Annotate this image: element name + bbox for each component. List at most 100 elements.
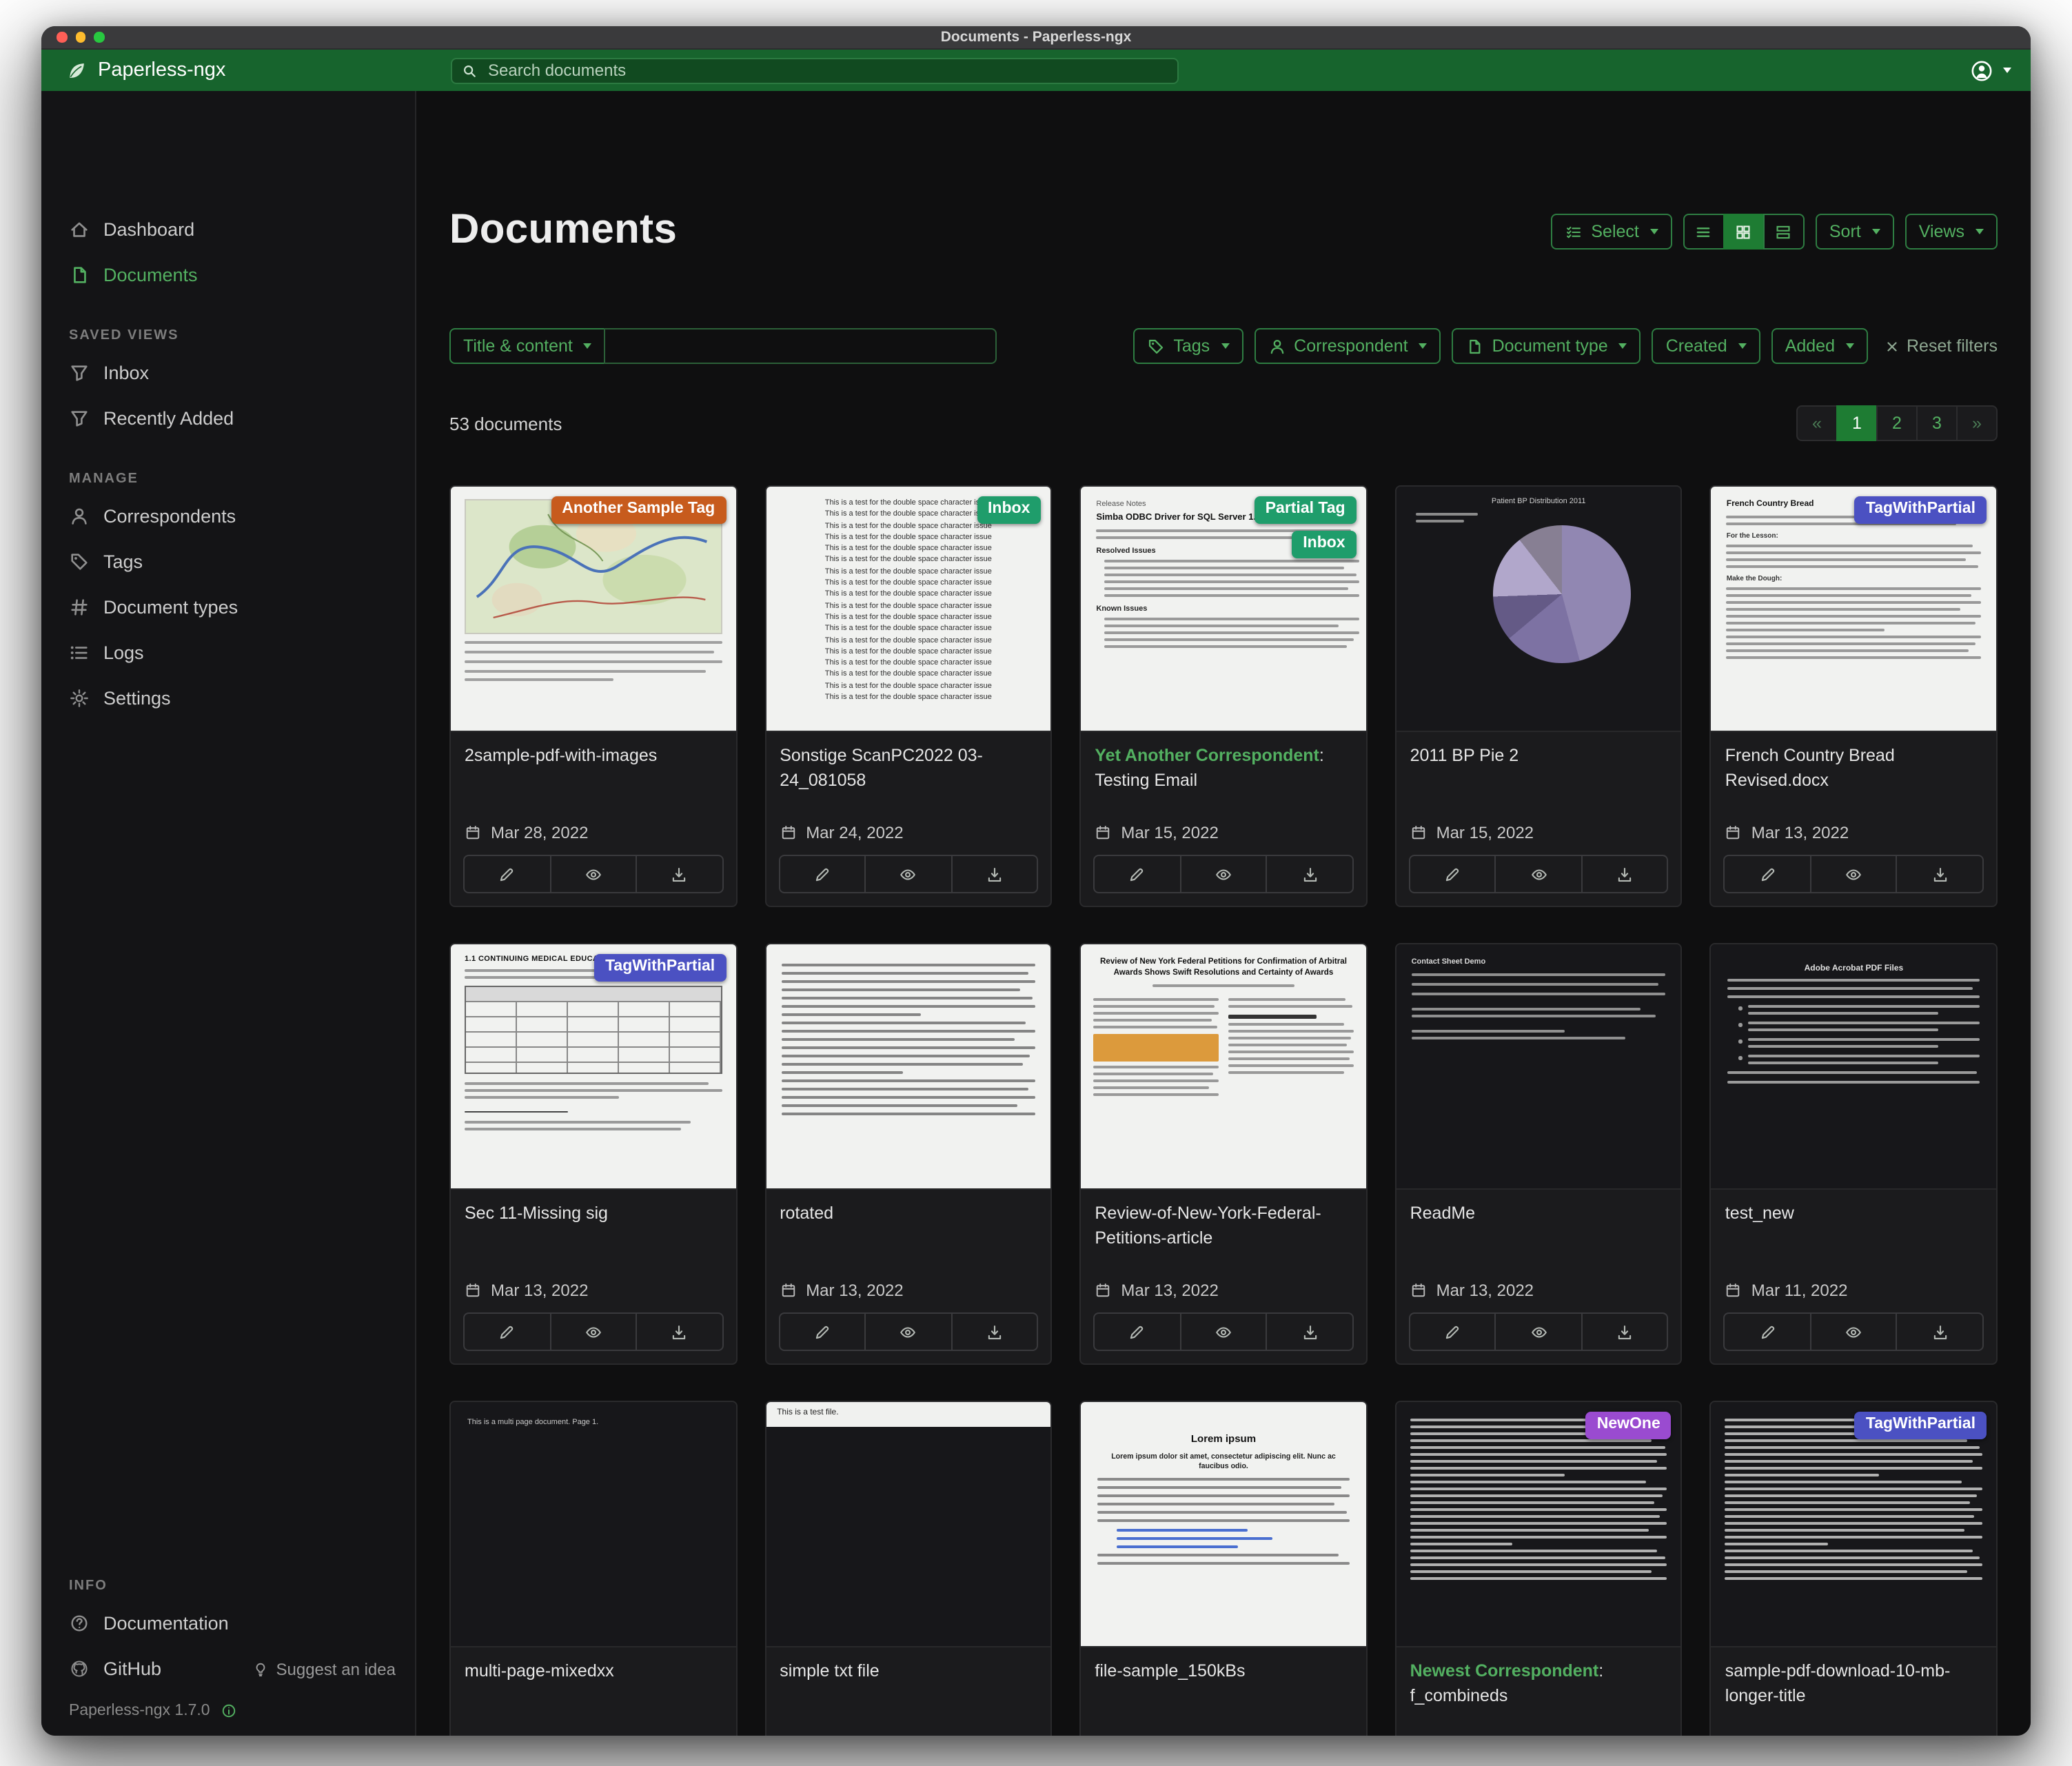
tag-badge[interactable]: Partial Tag bbox=[1255, 496, 1357, 524]
preview-button[interactable] bbox=[864, 1314, 951, 1350]
tag-badge[interactable]: TagWithPartial bbox=[594, 954, 726, 982]
tag-badge[interactable]: NewOne bbox=[1586, 1412, 1672, 1439]
sidebar-item-document-types[interactable]: Document types bbox=[41, 585, 415, 630]
suggest-idea-link[interactable]: Suggest an idea bbox=[253, 1659, 396, 1678]
minimize-window-button[interactable] bbox=[75, 32, 85, 43]
document-title[interactable]: Yet Another Correspondent: Testing Email bbox=[1081, 732, 1365, 793]
tag-badge[interactable]: TagWithPartial bbox=[1855, 1412, 1987, 1439]
document-title[interactable]: 2sample-pdf-with-images bbox=[451, 732, 735, 769]
document-thumbnail[interactable]: Contact Sheet Demo bbox=[1396, 944, 1681, 1190]
document-title[interactable]: Sonstige ScanPC2022 03-24_081058 bbox=[766, 732, 1050, 793]
download-button[interactable] bbox=[951, 1314, 1037, 1350]
download-button[interactable] bbox=[1266, 1314, 1352, 1350]
pagination-page-1[interactable]: 1 bbox=[1836, 405, 1878, 441]
edit-button[interactable] bbox=[780, 1314, 864, 1350]
document-card[interactable]: InboxThis is a test for the double space… bbox=[764, 485, 1052, 907]
pagination-prev-button[interactable]: « bbox=[1796, 405, 1838, 441]
document-card[interactable]: Another Sample Tag 2sample-pdf-with-image… bbox=[449, 485, 737, 907]
document-thumbnail[interactable]: Lorem ipsumLorem ipsum dolor sit amet, c… bbox=[1081, 1402, 1365, 1647]
document-card[interactable]: This is a multi page document. Page 1.mu… bbox=[449, 1401, 737, 1736]
preview-button[interactable] bbox=[1810, 856, 1896, 892]
document-title[interactable]: 2011 BP Pie 2 bbox=[1396, 732, 1681, 769]
document-card[interactable]: NewOne Newest Correspondent: f_combineds bbox=[1395, 1401, 1683, 1736]
brand[interactable]: Paperless-ngx bbox=[66, 59, 416, 81]
document-title[interactable]: Newest Correspondent: f_combineds bbox=[1396, 1647, 1681, 1708]
document-thumbnail[interactable]: Review of New York Federal Petitions for… bbox=[1081, 944, 1365, 1190]
sidebar-item-inbox[interactable]: Inbox bbox=[41, 350, 415, 396]
sidebar-item-correspondents[interactable]: Correspondents bbox=[41, 494, 415, 539]
tag-badge[interactable]: Inbox bbox=[1292, 531, 1356, 558]
sidebar-item-tags[interactable]: Tags bbox=[41, 539, 415, 585]
preview-button[interactable] bbox=[549, 1314, 636, 1350]
preview-button[interactable] bbox=[1810, 1314, 1896, 1350]
document-card[interactable]: Contact Sheet DemoReadMeMar 13, 2022 bbox=[1395, 943, 1683, 1365]
sidebar-item-recently-added[interactable]: Recently Added bbox=[41, 396, 415, 441]
filter-field-button[interactable]: Title & content bbox=[449, 328, 606, 364]
document-title[interactable]: rotated bbox=[766, 1190, 1050, 1226]
document-card[interactable]: rotatedMar 13, 2022 bbox=[764, 943, 1052, 1365]
document-card[interactable]: Review of New York Federal Petitions for… bbox=[1079, 943, 1367, 1365]
document-title[interactable]: French Country Bread Revised.docx bbox=[1712, 732, 1996, 793]
user-menu[interactable] bbox=[1970, 59, 2011, 82]
edit-button[interactable] bbox=[1095, 856, 1179, 892]
document-title[interactable]: multi-page-mixedxx bbox=[451, 1647, 735, 1684]
sidebar-item-settings[interactable]: Settings bbox=[41, 676, 415, 721]
filter-created-button[interactable]: Created bbox=[1652, 328, 1760, 364]
edit-button[interactable] bbox=[465, 856, 549, 892]
download-button[interactable] bbox=[1896, 1314, 1982, 1350]
pagination-page-2[interactable]: 2 bbox=[1876, 405, 1918, 441]
filter-correspondent-button[interactable]: Correspondent bbox=[1254, 328, 1441, 364]
document-title[interactable]: Sec 11-Missing sig bbox=[451, 1190, 735, 1226]
pagination-next-button[interactable]: » bbox=[1956, 405, 1998, 441]
close-window-button[interactable] bbox=[57, 32, 67, 43]
document-thumbnail[interactable]: Adobe Acrobat PDF Files bbox=[1712, 944, 1996, 1190]
download-button[interactable] bbox=[1266, 856, 1352, 892]
views-button[interactable]: Views bbox=[1905, 214, 1998, 250]
document-thumbnail[interactable] bbox=[766, 944, 1050, 1190]
download-button[interactable] bbox=[636, 856, 722, 892]
view-grid-button[interactable] bbox=[1723, 214, 1765, 250]
document-title[interactable]: file-sample_150kBs bbox=[1081, 1647, 1365, 1684]
edit-button[interactable] bbox=[1410, 856, 1495, 892]
document-title[interactable]: sample-pdf-download-10-mb-longer-title bbox=[1712, 1647, 1996, 1708]
download-button[interactable] bbox=[636, 1314, 722, 1350]
preview-button[interactable] bbox=[549, 856, 636, 892]
edit-button[interactable] bbox=[1095, 1314, 1179, 1350]
document-card[interactable]: Patient BP Distribution 20112011 BP Pie … bbox=[1395, 485, 1683, 907]
document-card[interactable]: TagWithPartial sample-pdf-download-10-mb-… bbox=[1710, 1401, 1998, 1736]
filter-added-button[interactable]: Added bbox=[1771, 328, 1868, 364]
global-search[interactable] bbox=[451, 57, 1179, 83]
sidebar-item-dashboard[interactable]: Dashboard bbox=[41, 207, 415, 252]
document-card[interactable]: Lorem ipsumLorem ipsum dolor sit amet, c… bbox=[1079, 1401, 1367, 1736]
preview-button[interactable] bbox=[1179, 856, 1266, 892]
sidebar-item-documents[interactable]: Documents bbox=[41, 252, 415, 298]
tag-badge[interactable]: Inbox bbox=[977, 496, 1041, 524]
document-thumbnail[interactable]: This is a multi page document. Page 1. bbox=[451, 1402, 735, 1647]
sort-button[interactable]: Sort bbox=[1816, 214, 1894, 250]
tag-badge[interactable]: TagWithPartial bbox=[1855, 496, 1987, 524]
edit-button[interactable] bbox=[780, 856, 864, 892]
document-title[interactable]: test_new bbox=[1712, 1190, 1996, 1226]
document-correspondent[interactable]: Newest Correspondent bbox=[1410, 1661, 1599, 1681]
preview-button[interactable] bbox=[1495, 856, 1581, 892]
document-title[interactable]: Review-of-New-York-Federal-Petitions-art… bbox=[1081, 1190, 1365, 1250]
document-title[interactable]: ReadMe bbox=[1396, 1190, 1681, 1226]
document-thumbnail[interactable]: This is a test file. bbox=[766, 1402, 1050, 1647]
zoom-window-button[interactable] bbox=[94, 32, 104, 43]
preview-button[interactable] bbox=[1179, 1314, 1266, 1350]
filter-tags-button[interactable]: Tags bbox=[1133, 328, 1243, 364]
sidebar-item-github[interactable]: GitHub bbox=[41, 1646, 189, 1692]
download-button[interactable] bbox=[951, 856, 1037, 892]
edit-button[interactable] bbox=[1410, 1314, 1495, 1350]
edit-button[interactable] bbox=[1725, 856, 1810, 892]
document-correspondent[interactable]: Yet Another Correspondent bbox=[1095, 746, 1319, 765]
edit-button[interactable] bbox=[1725, 1314, 1810, 1350]
filter-document-type-button[interactable]: Document type bbox=[1452, 328, 1641, 364]
view-list-button[interactable] bbox=[1683, 214, 1725, 250]
tag-badge[interactable]: Another Sample Tag bbox=[551, 496, 726, 524]
document-card[interactable]: TagWithPartial1.1 CONTINUING MEDICAL EDU… bbox=[449, 943, 737, 1365]
search-input[interactable] bbox=[485, 59, 1168, 81]
edit-button[interactable] bbox=[465, 1314, 549, 1350]
reset-filters-link[interactable]: Reset filters bbox=[1885, 336, 1998, 356]
download-button[interactable] bbox=[1896, 856, 1982, 892]
